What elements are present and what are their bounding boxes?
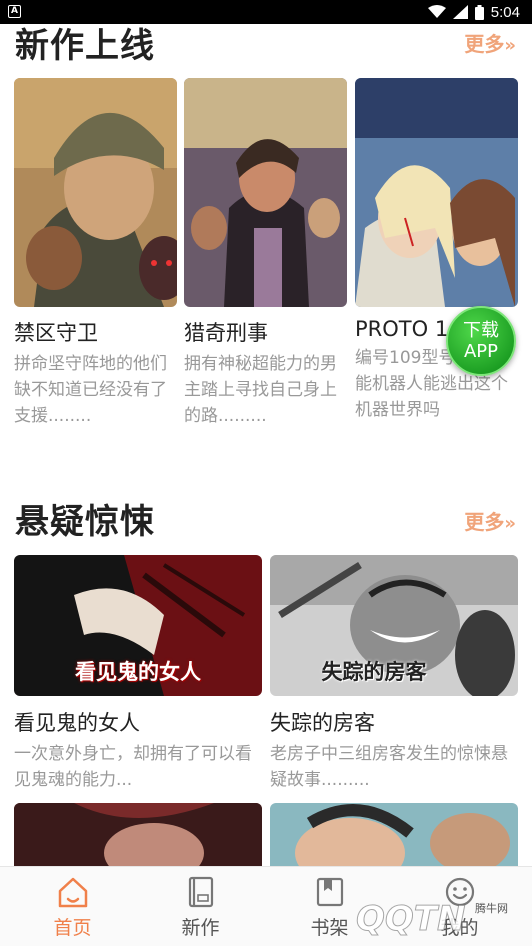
comic-cover-image[interactable]: 看见鬼的女人 <box>14 555 262 696</box>
section-title-suspense: 悬疑惊悚 <box>15 502 155 542</box>
comic-title: 猎奇刑事 <box>184 321 268 345</box>
watermark-logo: QQTN 腾牛网 <box>336 880 526 942</box>
clock: 5:04 <box>490 3 520 21</box>
comic-cover-image[interactable] <box>14 78 177 307</box>
comic-card[interactable]: 失踪的房客 失踪的房客 老房子中三组房客发生的惊悚悬疑故事......... <box>270 555 518 793</box>
svg-text:QQTN: QQTN <box>356 899 465 939</box>
status-icons: 5:04 <box>427 0 520 24</box>
comic-cover-image[interactable]: 失踪的房客 <box>270 555 518 696</box>
comic-cover-image[interactable] <box>355 78 518 307</box>
app-label: APP <box>463 341 499 362</box>
comic-description: 拼命坚守阵地的他们缺不知道已经没有了支援........ <box>14 354 167 426</box>
comic-description: 老房子中三组房客发生的惊悚悬疑故事......... <box>270 744 508 790</box>
comic-cover-image[interactable] <box>14 803 262 866</box>
nav-home[interactable]: 首页 <box>6 867 139 946</box>
more-arrow-icon: » <box>504 35 516 56</box>
battery-icon <box>474 4 484 20</box>
comic-description: 拥有神秘超能力的男主踏上寻找自己身上的路......... <box>184 354 337 426</box>
more-label: 更多 <box>464 510 505 534</box>
nav-label: 新作 <box>181 917 220 939</box>
comic-card[interactable]: 猎奇刑事 拥有神秘超能力的男主踏上寻找自己身上的路......... <box>184 78 347 429</box>
signal-icon <box>452 5 468 19</box>
more-label: 更多 <box>464 32 505 56</box>
comic-cover-image[interactable] <box>184 78 347 307</box>
book-icon <box>188 876 213 908</box>
comic-description: 一次意外身亡，却拥有了可以看见鬼魂的能力... <box>14 744 252 790</box>
download-app-button[interactable]: 下载 APP <box>446 306 516 376</box>
comic-cover-image[interactable] <box>270 803 518 866</box>
section-title-new: 新作上线 <box>15 26 155 66</box>
comic-card[interactable]: 看见鬼的女人 看见鬼的女人 一次意外身亡，却拥有了可以看见鬼魂的能力... <box>14 555 262 793</box>
nav-label: 首页 <box>53 917 92 939</box>
comic-title: 失踪的房客 <box>270 711 375 735</box>
nav-new[interactable]: 新作 <box>134 867 267 946</box>
cover-title-text: 失踪的房客 <box>321 660 427 684</box>
download-label: 下载 <box>463 320 499 341</box>
more-arrow-icon: » <box>504 513 516 534</box>
comic-title: 看见鬼的女人 <box>14 711 140 735</box>
more-link-suspense[interactable]: 更多» <box>464 506 516 535</box>
home-icon <box>58 877 87 908</box>
watermark-tag: 腾牛网 <box>475 902 508 915</box>
wifi-icon <box>427 5 446 18</box>
comic-title: 禁区守卫 <box>14 321 98 345</box>
comic-card[interactable]: 禁区守卫 拼命坚守阵地的他们缺不知道已经没有了支援........ <box>14 78 177 429</box>
notification-icon: A <box>8 5 21 18</box>
more-link-new[interactable]: 更多» <box>464 28 516 57</box>
cover-title-text: 看见鬼的女人 <box>75 660 201 684</box>
